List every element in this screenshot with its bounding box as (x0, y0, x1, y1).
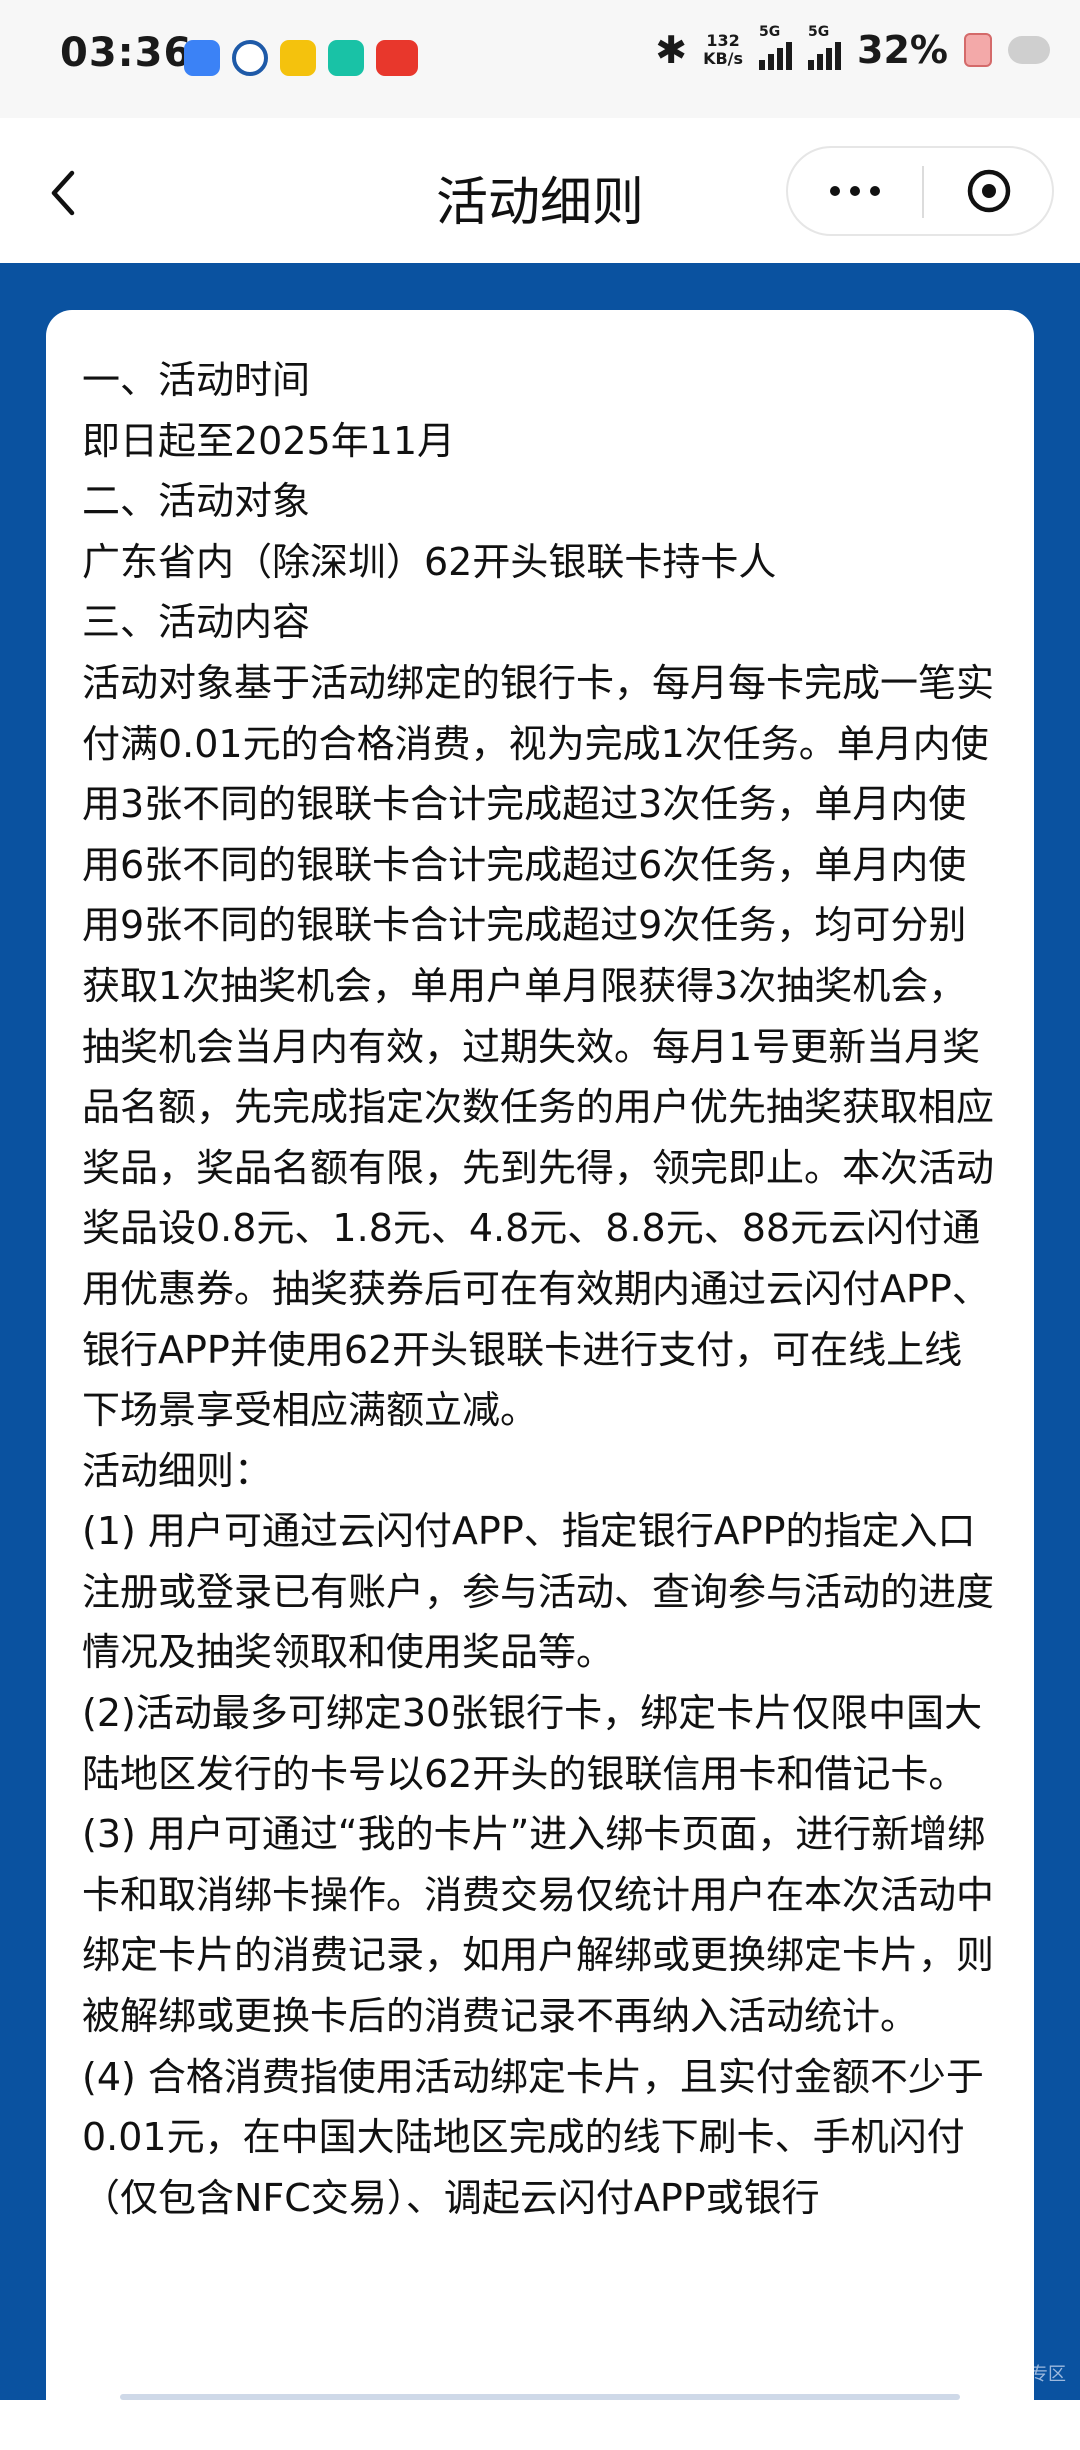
home-indicator (120, 2394, 960, 2400)
status-time: 03:36 (60, 30, 193, 76)
notification-icons (184, 40, 418, 76)
bluetooth-icon: ✱ (655, 28, 688, 72)
more-button[interactable] (788, 148, 922, 234)
network-speed: 132 KB/s (703, 32, 743, 68)
rule-detail-1: (1) 用户可通过云闪付APP、指定银行APP的指定入口注册或登录已有账户，参与… (82, 1509, 995, 1675)
rule-detail-4: (4) 合格消费指使用活动绑定卡片，且实付金额不少于0.01元，在中国大陆地区完… (82, 2054, 984, 2220)
close-button[interactable] (924, 148, 1054, 234)
watermark: 专区 (1030, 2364, 1066, 2385)
network-speed-value: 132 (706, 31, 740, 50)
rule-time-value: 即日起至2025年11月 (82, 418, 456, 463)
signal-1-icon: 5G (759, 24, 793, 70)
signal-2-icon: 5G (808, 24, 842, 70)
signal-2-label: 5G (808, 24, 830, 40)
battery-percentage: 32% (857, 28, 948, 72)
app-icon-blue (184, 40, 220, 76)
rule-heading-target: 二、活动对象 (82, 479, 311, 524)
signal-1-label: 5G (759, 24, 781, 40)
rule-details-heading: 活动细则： (82, 1448, 273, 1493)
more-dots-icon (830, 186, 840, 196)
rule-detail-3: (3) 用户可通过“我的卡片”进入绑卡页面，进行新增绑卡和取消绑卡操作。消费交易… (82, 1812, 995, 2039)
app-icon-red (376, 40, 418, 76)
close-circle-icon (967, 169, 1011, 213)
rule-heading-content: 三、活动内容 (82, 600, 311, 645)
app-icon-yellow (280, 40, 316, 76)
rules-card: 一、活动时间 即日起至2025年11月 二、活动对象 广东省内（除深圳）62开头… (46, 310, 1034, 2450)
rule-target-value: 广东省内（除深圳）62开头银联卡持卡人 (82, 539, 777, 584)
app-icon-green (328, 40, 364, 76)
battery-icon (964, 33, 992, 67)
cloud-icon (1008, 36, 1050, 64)
mini-program-capsule (786, 146, 1054, 236)
rules-text: 一、活动时间 即日起至2025年11月 二、活动对象 广东省内（除深圳）62开头… (82, 350, 998, 2228)
status-bar: 03:36 ✱ 132 KB/s 5G 5G 32% (0, 0, 1080, 118)
rule-detail-2: (2)活动最多可绑定30张银行卡，绑定卡片仅限中国大陆地区发行的卡号以62开头的… (82, 1691, 983, 1796)
network-speed-unit: KB/s (703, 49, 744, 68)
rule-heading-time: 一、活动时间 (82, 358, 311, 402)
status-right: ✱ 132 KB/s 5G 5G 32% (655, 24, 1050, 72)
nav-bar: 活动细则 (0, 118, 1080, 263)
app-icon-swirl (232, 40, 268, 76)
rule-content-paragraph: 活动对象基于活动绑定的银行卡，每月每卡完成一笔实付满0.01元的合格消费，视为完… (82, 660, 995, 1433)
